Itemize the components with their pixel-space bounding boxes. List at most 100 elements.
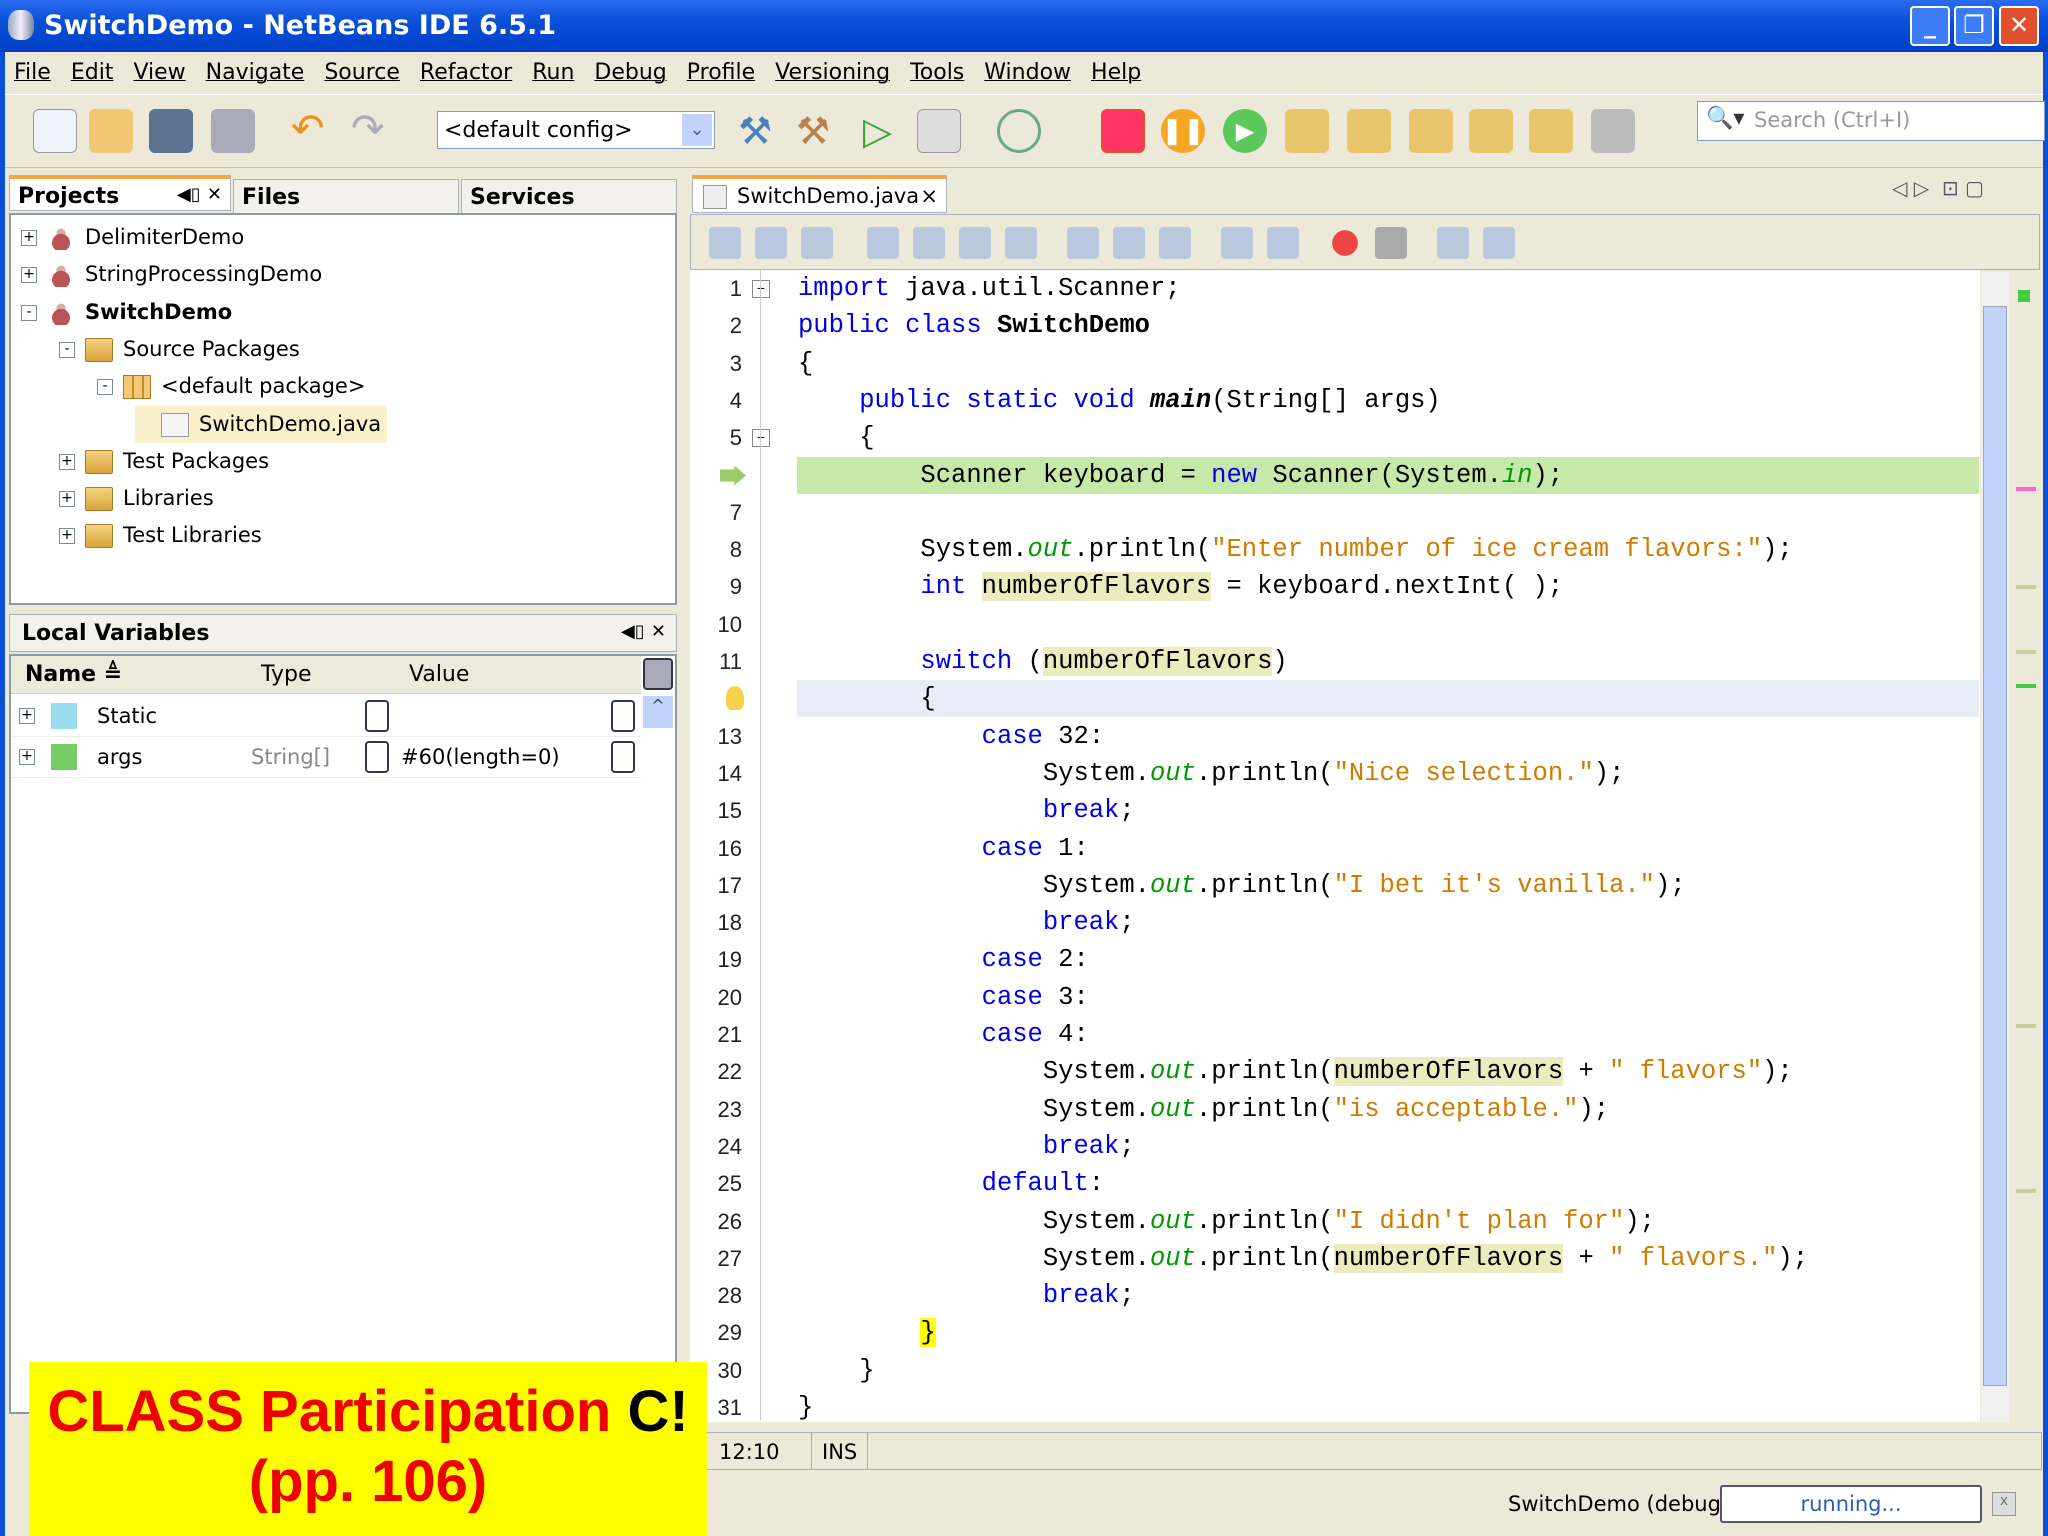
column-chooser-icon[interactable]	[643, 658, 673, 690]
step-over-expression-icon[interactable]	[1347, 109, 1391, 153]
fold-toggle-icon[interactable]: −	[752, 429, 770, 448]
profile-icon[interactable]	[997, 109, 1041, 153]
column-name[interactable]: Name ≜	[25, 662, 122, 687]
menu-profile[interactable]: Profile	[678, 52, 766, 85]
edit-value-button[interactable]	[365, 700, 389, 732]
close-button[interactable]: ✕	[1999, 6, 2039, 46]
code-line[interactable]: 2 public class SwitchDemo	[690, 307, 1980, 344]
maximize-button[interactable]: ❐	[1954, 6, 1994, 46]
code-line[interactable]: 20 case 3:	[690, 979, 1980, 1016]
apply-code-changes-icon[interactable]	[1591, 109, 1635, 153]
menu-tools[interactable]: Tools	[901, 52, 975, 85]
forward-icon[interactable]	[755, 227, 787, 259]
menu-run[interactable]: Run	[523, 52, 585, 85]
code-line[interactable]: 19 case 2:	[690, 941, 1980, 978]
search-input[interactable]: Search (Ctrl+I) 🔍▾	[1697, 101, 2045, 141]
tree-item[interactable]: - SwitchDemo	[21, 294, 232, 331]
code-line[interactable]: 29 }	[690, 1314, 1980, 1351]
new-project-icon[interactable]	[89, 109, 133, 153]
menu-versioning[interactable]: Versioning	[766, 52, 901, 85]
expand-toggle-icon[interactable]: +	[19, 749, 35, 765]
last-edit-icon[interactable]	[801, 227, 833, 259]
code-line[interactable]: 30 }	[690, 1352, 1980, 1389]
code-line[interactable]: 15 break;	[690, 792, 1980, 829]
code-line[interactable]: 25 default:	[690, 1165, 1980, 1202]
code-line[interactable]: 11 switch (numberOfFlavors)	[690, 643, 1980, 680]
menu-file[interactable]: File	[5, 52, 62, 85]
tree-item[interactable]: + Test Libraries	[59, 517, 262, 554]
code-line[interactable]: 1− import java.util.Scanner;	[690, 270, 1980, 307]
stop-macro-icon[interactable]	[1375, 227, 1407, 259]
menu-edit[interactable]: Edit	[62, 52, 125, 85]
code-line[interactable]: 17 System.out.println("I bet it's vanill…	[690, 867, 1980, 904]
uncomment-icon[interactable]	[1483, 227, 1515, 259]
save-all-icon[interactable]	[211, 109, 255, 153]
code-line[interactable]: 22 System.out.println(numberOfFlavors + …	[690, 1053, 1980, 1090]
code-line[interactable]: 21 case 4:	[690, 1016, 1980, 1053]
tree-item[interactable]: + Libraries	[59, 480, 214, 517]
shift-left-icon[interactable]	[1221, 227, 1253, 259]
menu-refactor[interactable]: Refactor	[411, 52, 523, 85]
code-line[interactable]: 4 public static void main(String[] args)	[690, 382, 1980, 419]
pause-icon[interactable]: ❚❚	[1161, 109, 1205, 153]
code-line[interactable]: 27 System.out.println(numberOfFlavors + …	[690, 1240, 1980, 1277]
expand-toggle-icon[interactable]: +	[59, 528, 75, 545]
code-line[interactable]: 18 break;	[690, 904, 1980, 941]
edit-value-button[interactable]	[611, 700, 635, 732]
cancel-process-icon[interactable]: x	[1992, 1492, 2016, 1516]
close-tab-icon[interactable]: ×	[920, 184, 938, 208]
code-line[interactable]: 13 case 32:	[690, 718, 1980, 755]
previous-bookmark-icon[interactable]	[1067, 227, 1099, 259]
table-row[interactable]: + Static	[11, 696, 641, 737]
comment-icon[interactable]	[1437, 227, 1469, 259]
code-line[interactable]: 3{	[690, 345, 1980, 382]
code-line[interactable]: 8 System.out.println("Enter number of ic…	[690, 531, 1980, 568]
tree-item[interactable]: + StringProcessingDemo	[21, 256, 322, 293]
tab-services[interactable]: Services	[461, 179, 677, 215]
code-line[interactable]: 31}	[690, 1389, 1980, 1426]
config-select[interactable]: <default config> ⌄	[437, 111, 715, 149]
tree-item[interactable]: + Test Packages	[59, 443, 269, 480]
edit-value-button[interactable]	[611, 741, 635, 773]
redo-icon[interactable]: ↷	[351, 109, 395, 153]
code-line[interactable]: 10	[690, 606, 1980, 643]
minimize-button[interactable]: _	[1910, 6, 1950, 46]
tab-switchdemo-java[interactable]: SwitchDemo.java ×	[692, 175, 947, 213]
clean-build-icon[interactable]: ⚒	[791, 109, 835, 153]
scroll-up-button[interactable]: ^	[643, 696, 673, 728]
expand-toggle-icon[interactable]: -	[21, 304, 37, 321]
debug-project-icon[interactable]	[917, 109, 961, 153]
editor-window-controls[interactable]: ◁ ▷ ⊡ ▢	[1892, 176, 2042, 206]
menu-help[interactable]: Help	[1082, 52, 1152, 85]
tree-item[interactable]: SwitchDemo.java	[135, 405, 388, 443]
expand-toggle-icon[interactable]: -	[97, 379, 113, 396]
fold-toggle-icon[interactable]: −	[752, 280, 770, 298]
code-line[interactable]: 24 break;	[690, 1128, 1980, 1165]
menu-navigate[interactable]: Navigate	[197, 52, 316, 85]
code-line[interactable]: 9 int numberOfFlavors = keyboard.nextInt…	[690, 568, 1980, 605]
tree-item[interactable]: - Source Packages	[59, 331, 300, 368]
menu-debug[interactable]: Debug	[585, 52, 677, 85]
code-line[interactable]: 5− {	[690, 419, 1980, 456]
undo-icon[interactable]: ↶	[291, 109, 335, 153]
expand-toggle-icon[interactable]: +	[21, 267, 37, 284]
step-out-icon[interactable]	[1469, 109, 1513, 153]
expand-toggle-icon[interactable]: +	[59, 453, 75, 470]
expand-toggle-icon[interactable]: +	[21, 230, 37, 246]
table-row[interactable]: + args String[] #60(length=0)	[11, 737, 641, 778]
start-macro-icon[interactable]	[1329, 227, 1361, 259]
edit-value-button[interactable]	[365, 741, 389, 773]
find-selection-icon[interactable]	[867, 227, 899, 259]
toggle-bookmark-icon[interactable]	[1159, 227, 1191, 259]
menu-window[interactable]: Window	[975, 52, 1082, 85]
back-icon[interactable]	[709, 227, 741, 259]
code-line[interactable]: 26 System.out.println("I didn't plan for…	[690, 1203, 1980, 1240]
shift-right-icon[interactable]	[1267, 227, 1299, 259]
menu-view[interactable]: View	[124, 52, 196, 85]
tree-item[interactable]: - <default package>	[97, 368, 365, 405]
vertical-scrollbar[interactable]	[1981, 272, 2009, 1422]
code-line[interactable]: 14 System.out.println("Nice selection.")…	[690, 755, 1980, 792]
open-project-icon[interactable]	[149, 109, 193, 153]
run-icon[interactable]: ▷	[863, 109, 907, 153]
code-line[interactable]: 16 case 1:	[690, 830, 1980, 867]
